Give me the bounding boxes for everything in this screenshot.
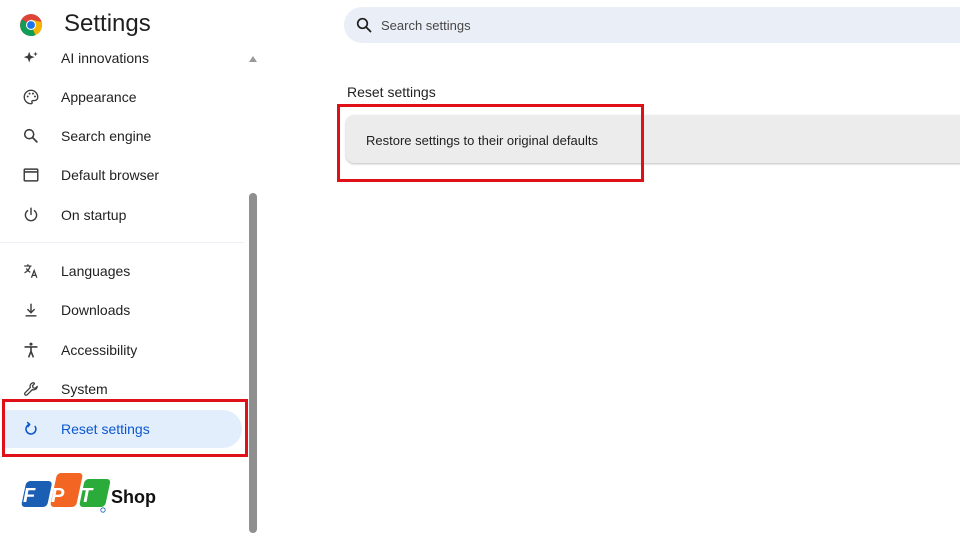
svg-text:T: T <box>80 485 94 507</box>
section-title: Reset settings <box>347 84 436 100</box>
sidebar-item-languages[interactable]: Languages <box>0 252 242 290</box>
search-icon <box>356 17 372 33</box>
power-icon <box>21 205 41 225</box>
translate-icon <box>21 261 41 281</box>
scroll-up-arrow-icon[interactable] <box>249 56 257 62</box>
sidebar-item-label: Accessibility <box>61 342 138 358</box>
sidebar-item-default-browser[interactable]: Default browser <box>0 156 242 194</box>
scrollbar-thumb[interactable] <box>249 193 257 533</box>
sidebar-item-downloads[interactable]: Downloads <box>0 291 242 329</box>
search-icon <box>21 126 41 146</box>
sidebar-scrollbar[interactable] <box>247 52 259 540</box>
sidebar-item-label: Downloads <box>61 302 131 318</box>
sidebar-item-label: Languages <box>61 263 131 279</box>
palette-icon <box>21 87 41 107</box>
restore-defaults-label: Restore settings to their original defau… <box>366 133 598 148</box>
restore-defaults-row[interactable]: Restore settings to their original defau… <box>346 115 960 163</box>
sidebar-item-system[interactable]: System <box>0 370 242 408</box>
sidebar-item-label: Reset settings <box>61 421 150 437</box>
search-input[interactable]: Search settings <box>344 7 960 43</box>
sidebar-item-reset-settings[interactable]: Reset settings <box>4 410 242 448</box>
settings-window: Settings Search settings AI innovations … <box>0 0 960 540</box>
sidebar-item-on-startup[interactable]: On startup <box>0 196 242 234</box>
browser-window-icon <box>21 165 41 185</box>
chrome-logo-icon <box>20 14 43 37</box>
svg-text:P: P <box>51 485 65 507</box>
brand-name: Shop <box>111 487 156 507</box>
sidebar-item-label: AI innovations <box>61 50 149 66</box>
wrench-icon <box>21 379 41 399</box>
sidebar-item-label: Appearance <box>61 89 137 105</box>
svg-text:F: F <box>23 485 36 507</box>
sparkle-icon <box>21 48 41 68</box>
sidebar: AI innovations Appearance Search engine … <box>0 42 244 540</box>
sidebar-item-ai-innovations[interactable]: AI innovations <box>0 39 242 77</box>
sidebar-divider <box>0 242 244 243</box>
sidebar-item-label: Default browser <box>61 167 160 183</box>
sidebar-item-label: On startup <box>61 207 127 223</box>
accessibility-icon <box>21 340 41 360</box>
sidebar-item-appearance[interactable]: Appearance <box>0 78 242 116</box>
download-icon <box>21 300 41 320</box>
search-placeholder: Search settings <box>381 17 471 33</box>
sidebar-item-search-engine[interactable]: Search engine <box>0 117 242 155</box>
page-title: Settings <box>64 10 151 37</box>
sidebar-item-label: Search engine <box>61 128 152 144</box>
sidebar-item-label: System <box>61 381 108 397</box>
sidebar-item-accessibility[interactable]: Accessibility <box>0 331 242 369</box>
reset-icon <box>21 419 41 439</box>
